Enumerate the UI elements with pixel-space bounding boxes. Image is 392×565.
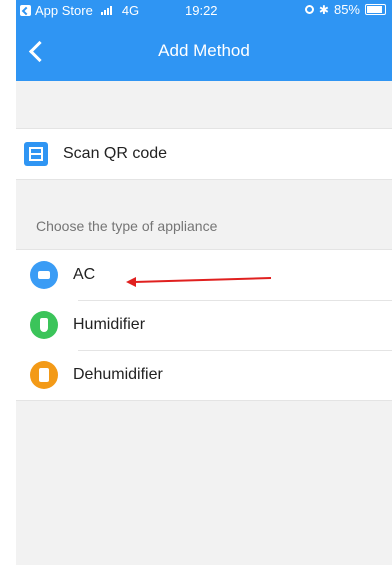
list-item-label: Dehumidifier <box>73 366 163 383</box>
bluetooth-icon: ✱ <box>318 2 329 17</box>
network-label: 4G <box>121 2 140 18</box>
nav-bar: Add Method <box>16 20 392 81</box>
ac-icon <box>30 261 58 289</box>
alarm-icon <box>304 5 314 14</box>
list-item-humidifier[interactable]: Humidifier <box>16 300 392 350</box>
top-bar: App Store 4G 19:22 ✱ 85% Add Method <box>16 0 392 81</box>
back-button[interactable] <box>26 40 44 62</box>
battery-percent: 85% <box>333 2 360 17</box>
phone-screen: App Store 4G 19:22 ✱ 85% Add Method Scan… <box>16 0 392 565</box>
status-right: ✱ 85% <box>304 2 386 17</box>
humidifier-icon <box>30 311 58 339</box>
dehumidifier-icon <box>30 361 58 389</box>
list-item-dehumidifier[interactable]: Dehumidifier <box>16 350 392 400</box>
divider <box>78 350 392 351</box>
spacer-top <box>16 81 392 128</box>
scan-qr-label: Scan QR code <box>63 145 168 162</box>
back-to-app-label[interactable]: App Store <box>35 3 93 18</box>
list-item-label: AC <box>73 266 96 283</box>
status-time: 19:22 <box>185 3 218 18</box>
appliance-list: AC Humidifier Dehumidifier <box>16 249 392 401</box>
divider <box>78 300 392 301</box>
signal-icon <box>100 5 112 15</box>
spacer-middle <box>16 180 392 202</box>
list-item-ac[interactable]: AC <box>16 250 392 300</box>
battery-icon <box>365 4 386 15</box>
status-bar: App Store 4G 19:22 ✱ 85% <box>16 0 392 20</box>
section-header: Choose the type of appliance <box>36 217 218 234</box>
page-title: Add Method <box>158 40 250 60</box>
scan-qr-icon <box>24 142 48 166</box>
red-arrow-annotation <box>126 277 272 287</box>
app-frame: App Store 4G 19:22 ✱ 85% Add Method Scan… <box>0 0 392 565</box>
status-left: App Store 4G <box>20 3 139 18</box>
list-item-label: Humidifier <box>73 316 146 333</box>
scan-qr-row[interactable]: Scan QR code <box>16 128 392 180</box>
back-to-app-icon[interactable] <box>20 4 31 16</box>
